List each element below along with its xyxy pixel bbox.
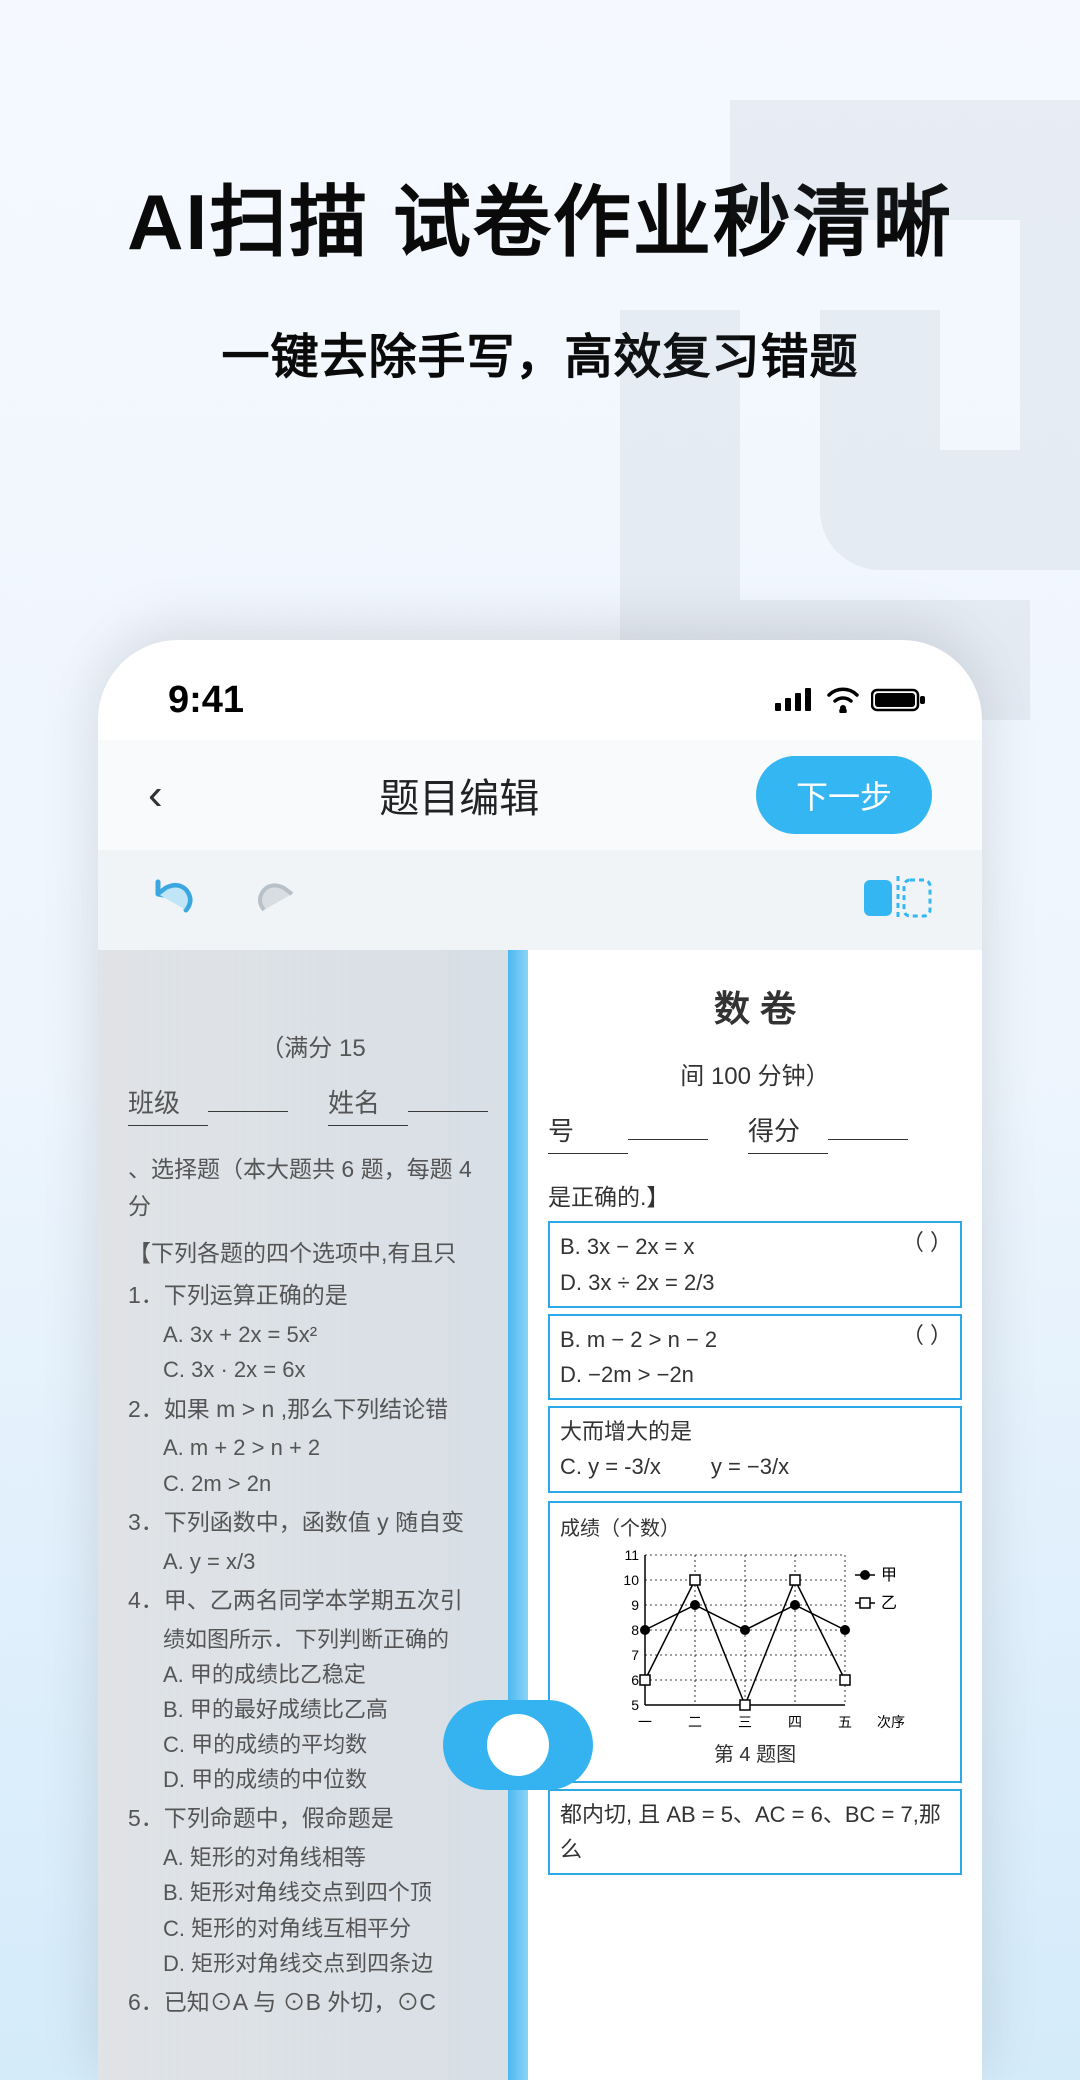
q1a: A. 3x + 2x = 5x² — [163, 1317, 498, 1352]
q1: 1．下列运算正确的是 — [128, 1277, 498, 1314]
compare-toggle-button[interactable] — [862, 874, 932, 927]
nav-title: 题目编辑 — [379, 766, 539, 824]
section-note: 【下列各题的四个选项中,有且只 — [128, 1235, 498, 1272]
svg-text:10: 10 — [623, 1572, 639, 1588]
toolbar — [98, 850, 982, 950]
redo-button[interactable] — [250, 876, 302, 925]
svg-text:7: 7 — [631, 1647, 639, 1663]
document-compare-area: （满分 15 班级 姓名 、选择题（本大题共 6 题，每题 4 分 【下列各题的… — [98, 950, 982, 2080]
q6-right: 都内切, 且 AB = 5、AC = 6、BC = 7,那么 — [560, 1797, 950, 1867]
paper-title-right: 数 卷 — [548, 980, 962, 1038]
q6-box: 都内切, 且 AB = 5、AC = 6、BC = 7,那么 — [548, 1789, 962, 1875]
svg-text:9: 9 — [631, 1597, 639, 1613]
field-score-label: 得分 — [748, 1111, 828, 1154]
field-name-label: 姓名 — [328, 1083, 408, 1126]
svg-text:五: 五 — [838, 1714, 852, 1730]
q5: 5．下列命题中，假命题是 — [128, 1800, 498, 1837]
q1-box: （ ） B. 3x − 2x = x D. 3x ÷ 2x = 2/3 — [548, 1221, 962, 1307]
q5d: D. 矩形对角线交点到四条边 — [163, 1946, 498, 1981]
q4b: B. 甲的最好成绩比乙高 — [163, 1692, 498, 1727]
nav-bar: ‹ 题目编辑 下一步 — [98, 740, 982, 850]
q6: 6．已知⊙A 与 ⊙B 外切，⊙C — [128, 1984, 498, 2021]
signal-icon — [775, 687, 815, 713]
paper-fields-right: 号 得分 — [548, 1111, 962, 1154]
chart-caption: 第 4 题图 — [560, 1739, 950, 1771]
q5a: A. 矩形的对角线相等 — [163, 1840, 498, 1875]
q1c: C. 3x · 2x = 6x — [163, 1352, 498, 1387]
undo-button[interactable] — [148, 876, 200, 925]
q3-right: 大而增大的是 — [560, 1414, 950, 1449]
status-time: 9:41 — [168, 679, 244, 722]
paper-meta-left: （满分 15 — [128, 1030, 498, 1068]
q4: 4．甲、乙两名同学本学期五次引 — [128, 1582, 498, 1619]
compare-divider[interactable] — [508, 950, 528, 2080]
paren: （ ） — [902, 1318, 952, 1353]
q4-chart-box: 成绩（个数） 5 6 7 8 9 10 11 一 二 三 四 五 次序 甲乙 第 4 题图 — [548, 1501, 962, 1783]
compare-slider-handle[interactable] — [443, 1700, 593, 1790]
slider-knob — [487, 1714, 549, 1776]
q2c: C. 2m > 2n — [163, 1466, 498, 1501]
svg-text:5: 5 — [631, 1697, 639, 1713]
svg-text:一: 一 — [638, 1714, 652, 1730]
q1b: B. 3x − 2x = x — [560, 1229, 950, 1264]
q2-box: （ ） B. m − 2 > n − 2 D. −2m > −2n — [548, 1314, 962, 1400]
q5b: B. 矩形对角线交点到四个顶 — [163, 1875, 498, 1910]
q3d: y = −3/x — [711, 1449, 789, 1484]
status-bar: 9:41 — [98, 640, 982, 740]
svg-text:6: 6 — [631, 1672, 639, 1688]
field-num-label: 号 — [548, 1111, 628, 1154]
paper-cleaned: 数 卷 间 100 分钟） 号 得分 是正确的.】 （ ） B. 3x − 2x… — [518, 950, 982, 2080]
q4a: A. 甲的成绩比乙稳定 — [163, 1657, 498, 1692]
svg-text:8: 8 — [631, 1622, 639, 1638]
battery-icon — [871, 687, 927, 713]
svg-text:甲: 甲 — [881, 1567, 897, 1584]
svg-text:四: 四 — [788, 1714, 802, 1730]
svg-text:11: 11 — [624, 1547, 639, 1563]
phone-mockup: 9:41 ‹ 题目编辑 下一步 （满分 15 班级 姓名 — [98, 640, 982, 2080]
q4-chart: 5 6 7 8 9 10 11 一 二 三 四 五 次序 甲乙 — [605, 1545, 905, 1735]
q3c: C. y = -3/x — [560, 1449, 661, 1484]
paper-fields-left: 班级 姓名 — [128, 1083, 498, 1126]
paper-meta-right: 间 100 分钟） — [548, 1058, 962, 1096]
q3a: A. y = x/3 — [163, 1544, 498, 1579]
q1d: D. 3x ÷ 2x = 2/3 — [560, 1265, 950, 1300]
q4-cont: 绩如图所示．下列判断正确的 — [163, 1622, 498, 1657]
q3-box: 大而增大的是 C. y = -3/x y = −3/x — [548, 1406, 962, 1492]
svg-text:次序: 次序 — [877, 1714, 905, 1730]
svg-text:乙: 乙 — [881, 1595, 897, 1612]
q3: 3．下列函数中，函数值 y 随自变 — [128, 1504, 498, 1541]
paper-original: （满分 15 班级 姓名 、选择题（本大题共 6 题，每题 4 分 【下列各题的… — [98, 950, 518, 2080]
svg-text:三: 三 — [738, 1714, 752, 1730]
paren: （ ） — [902, 1225, 952, 1260]
section-head: 、选择题（本大题共 6 题，每题 4 分 — [128, 1151, 498, 1225]
q2a: A. m + 2 > n + 2 — [163, 1430, 498, 1465]
wifi-icon — [825, 687, 861, 713]
q2b: B. m − 2 > n − 2 — [560, 1322, 950, 1357]
chart-title: 成绩（个数） — [560, 1513, 950, 1545]
svg-text:二: 二 — [688, 1714, 702, 1730]
q4d: D. 甲的成绩的中位数 — [163, 1762, 498, 1797]
back-button[interactable]: ‹ — [148, 770, 163, 820]
next-button[interactable]: 下一步 — [756, 756, 932, 834]
q2d: D. −2m > −2n — [560, 1357, 950, 1392]
status-icons — [775, 687, 927, 713]
q5c: C. 矩形的对角线互相平分 — [163, 1911, 498, 1946]
q2: 2．如果 m > n ,那么下列结论错 — [128, 1391, 498, 1428]
field-class-label: 班级 — [128, 1083, 208, 1126]
section-right: 是正确的.】 — [548, 1179, 962, 1216]
